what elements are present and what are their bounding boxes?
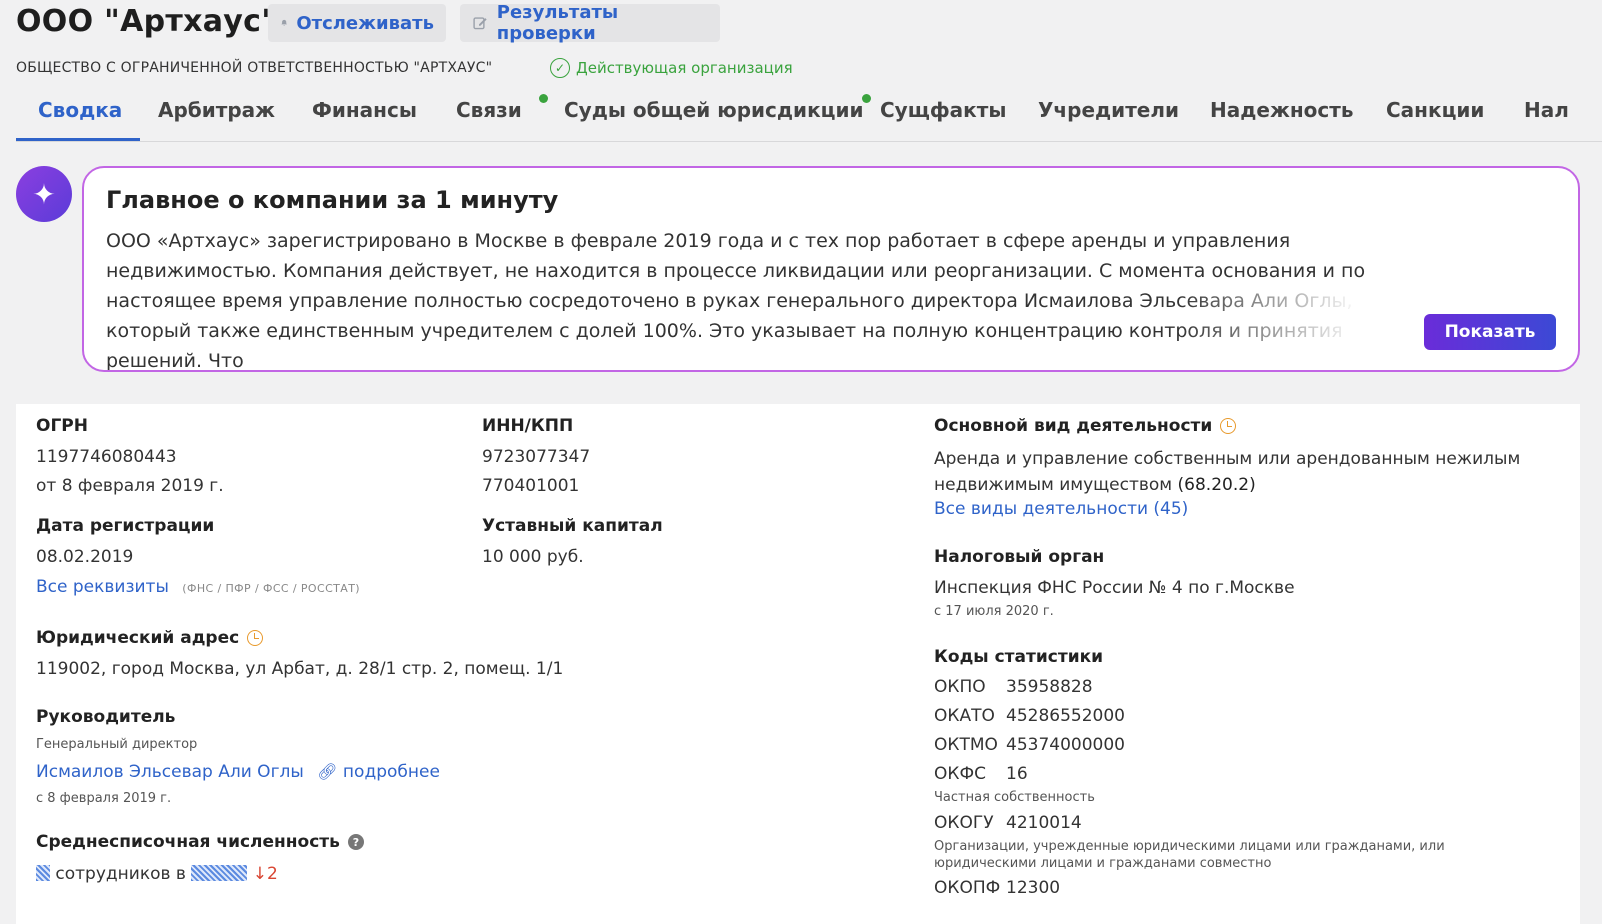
tab-sanctions[interactable]: Санкции	[1386, 98, 1484, 122]
ogrn-date: от 8 февраля 2019 г.	[36, 476, 224, 496]
ogrn-value: 1197746080443	[36, 447, 177, 467]
head-row: Исмаилов Эльсевар Али Оглы 🔗︎ подробнее	[36, 761, 440, 783]
text-fade	[1178, 290, 1408, 350]
hidden-year-placeholder[interactable]	[191, 865, 248, 881]
kpp-value: 770401001	[482, 476, 580, 496]
company-full-name: ОБЩЕСТВО С ОГРАНИЧЕННОЙ ОТВЕТСТВЕННОСТЬЮ…	[16, 60, 493, 76]
ai-summary-card: Главное о компании за 1 минуту ООО «Артх…	[82, 166, 1580, 372]
head-name-link[interactable]: Исмаилов Эльсевар Али Оглы	[36, 762, 304, 782]
oktmo-row: ОКТМО 45374000000	[934, 735, 1125, 755]
activity-label: Основной вид деятельности	[934, 416, 1237, 436]
reg-date-label: Дата регистрации	[36, 516, 215, 536]
tab-bar: Сводка Арбитраж Финансы Связи Суды общей…	[16, 92, 1602, 142]
activity-history-icon[interactable]	[1220, 418, 1237, 434]
all-requisites-link[interactable]: Все реквизиты	[36, 577, 169, 597]
check-circle-icon: ✓	[550, 58, 570, 78]
activity-label-text: Основной вид деятельности	[934, 416, 1213, 436]
company-details-panel: ОГРН 1197746080443 от 8 февраля 2019 г. …	[16, 404, 1580, 924]
staff-label-text: Среднесписочная численность	[36, 832, 340, 852]
staff-row: сотрудников в ↓2	[36, 863, 278, 885]
active-tab-underline	[16, 138, 140, 141]
okfs-row: ОКФС 16	[934, 764, 1028, 784]
oktmo-value: 45374000000	[1006, 735, 1125, 755]
okfs-note: Частная собственность	[934, 790, 1095, 805]
requisites-note: (ФНС / ПФР / ФСС / РОССТАТ)	[182, 582, 361, 595]
head-label: Руководитель	[36, 707, 176, 727]
requisites-row: Все реквизиты (ФНС / ПФР / ФСС / РОССТАТ…	[36, 576, 360, 600]
all-activities-link[interactable]: Все виды деятельности (45)	[934, 498, 1188, 520]
ai-summary-text: ООО «Артхаус» зарегистрировано в Москве …	[106, 230, 1366, 372]
history-clock-icon[interactable]	[247, 630, 264, 646]
address-label: Юридический адрес	[36, 628, 264, 648]
tax-value: Инспекция ФНС России № 4 по г.Москве	[934, 578, 1295, 598]
tab-arbitration[interactable]: Арбитраж	[158, 98, 275, 122]
okogu-key: ОКОГУ	[934, 813, 994, 833]
track-label: Отслеживать	[296, 12, 434, 34]
hidden-count-placeholder[interactable]	[36, 865, 50, 881]
okfs-key: ОКФС	[934, 764, 986, 784]
capital-value: 10 000 руб.	[482, 547, 584, 567]
staff-change: ↓2	[252, 864, 278, 884]
ogrn-label: ОГРН	[36, 416, 88, 436]
staff-text: сотрудников в	[55, 864, 186, 884]
check-results-button[interactable]: Результаты проверки	[460, 2, 720, 44]
tab-summary[interactable]: Сводка	[38, 98, 122, 122]
tab-connections[interactable]: Связи	[456, 98, 522, 122]
address-value: 119002, город Москва, ул Арбат, д. 28/1 …	[36, 659, 564, 679]
capital-label: Уставный капитал	[482, 516, 663, 536]
show-summary-button[interactable]: Показать	[1424, 314, 1556, 350]
activity-code: (68.20.2)	[1177, 475, 1256, 495]
okopf-key: ОКОПФ	[934, 878, 1001, 898]
codes-label: Коды статистики	[934, 647, 1104, 667]
head-more-link[interactable]: подробнее	[343, 762, 440, 782]
inn-label: ИНН/КПП	[482, 416, 574, 436]
check-results-label: Результаты проверки	[496, 2, 619, 44]
okato-key: ОКАТО	[934, 706, 995, 726]
okopf-row: ОКОПФ 12300	[934, 878, 1060, 898]
bell-icon	[281, 19, 287, 26]
courts-new-dot	[862, 94, 871, 103]
tab-finance[interactable]: Финансы	[312, 98, 417, 122]
okfs-value: 16	[1006, 764, 1028, 784]
status-text: Действующая организация	[576, 59, 793, 77]
tab-facts[interactable]: Сущфакты	[880, 98, 1006, 122]
tab-reliability[interactable]: Надежность	[1210, 98, 1354, 122]
okpo-key: ОКПО	[934, 677, 986, 697]
tax-since: с 17 июля 2020 г.	[934, 604, 1054, 619]
address-label-text: Юридический адрес	[36, 628, 240, 648]
head-role: Генеральный директор	[36, 737, 198, 752]
tab-founders[interactable]: Учредители	[1038, 98, 1179, 122]
okogu-note: Организации, учрежденные юридическими ли…	[934, 839, 1445, 871]
oktmo-key: ОКТМО	[934, 735, 998, 755]
track-button[interactable]: Отслеживать	[268, 4, 446, 42]
inn-value: 9723077347	[482, 447, 591, 467]
okato-value: 45286552000	[1006, 706, 1125, 726]
staff-label: Среднесписочная численность ?	[36, 832, 364, 852]
okpo-value: 35958828	[1006, 677, 1093, 697]
edit-icon	[473, 17, 487, 30]
okogu-value: 4210014	[1006, 813, 1082, 833]
ai-summary-title: Главное о компании за 1 минуту	[106, 186, 559, 214]
reg-date-value: 08.02.2019	[36, 547, 134, 567]
help-icon[interactable]: ?	[347, 834, 364, 850]
connections-new-dot	[539, 94, 548, 103]
status-badge: ✓ Действующая организация	[550, 58, 793, 78]
okogu-row: ОКОГУ 4210014	[934, 813, 1082, 833]
activity-value: Аренда и управление собственным или арен…	[934, 446, 1534, 498]
head-since: с 8 февраля 2019 г.	[36, 791, 172, 806]
tab-courts[interactable]: Суды общей юрисдикции	[564, 98, 864, 122]
tax-label: Налоговый орган	[934, 547, 1105, 567]
link-icon: 🔗︎	[317, 762, 338, 781]
okato-row: ОКАТО 45286552000	[934, 706, 1125, 726]
tab-taxes[interactable]: Нал	[1524, 98, 1569, 122]
okpo-row: ОКПО 35958828	[934, 677, 1093, 697]
sparkle-icon: ✦	[16, 166, 72, 222]
company-title: ООО "Артхаус"	[16, 4, 278, 39]
okopf-value: 12300	[1006, 878, 1061, 898]
